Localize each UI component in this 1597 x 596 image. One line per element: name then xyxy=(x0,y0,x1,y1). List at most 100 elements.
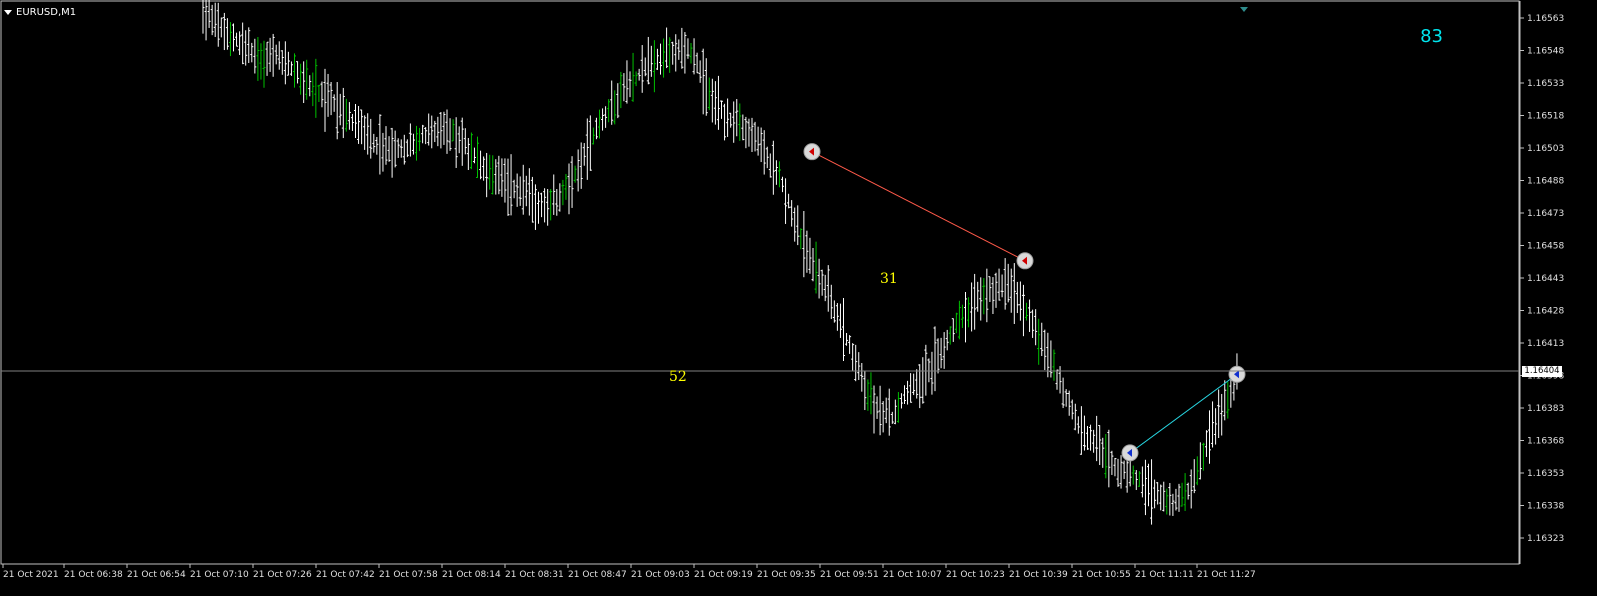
ohlc-bar xyxy=(283,41,287,85)
ohlc-bar xyxy=(860,363,864,392)
time-tick-label: 21 Oct 06:38 xyxy=(64,570,123,580)
ohlc-bar xyxy=(1162,481,1166,512)
ohlc-bar xyxy=(253,38,257,74)
ohlc-bar xyxy=(695,52,699,74)
ohlc-bar xyxy=(570,156,574,208)
ohlc-bar xyxy=(838,303,842,338)
scroll-marker-icon xyxy=(1240,7,1248,12)
ohlc-bar xyxy=(308,75,312,97)
time-tick-label: 21 Oct 06:54 xyxy=(127,570,186,580)
ohlc-bar xyxy=(924,344,928,396)
ohlc-bar xyxy=(982,278,986,315)
ohlc-bar xyxy=(1067,390,1071,416)
price-tick-label: 1.16473 xyxy=(1527,209,1564,219)
ohlc-bar xyxy=(1195,456,1199,486)
ohlc-bar xyxy=(469,132,473,170)
ohlc-bar xyxy=(241,22,245,65)
ohlc-bar xyxy=(1223,380,1227,421)
ohlc-bar xyxy=(659,43,662,75)
ohlc-bar xyxy=(1003,258,1007,310)
ohlc-bar xyxy=(726,98,730,137)
ohlc-bar xyxy=(344,98,348,132)
ohlc-bar xyxy=(1076,416,1080,434)
ohlc-bar xyxy=(1131,465,1135,485)
ohlc-bar xyxy=(448,118,452,151)
ohlc-bar xyxy=(967,297,971,328)
price-tick-label: 1.16563 xyxy=(1527,14,1564,24)
ohlc-bar xyxy=(323,68,327,132)
ohlc-bar xyxy=(1116,458,1120,487)
ohlc-bar xyxy=(552,174,556,215)
ohlc-bar xyxy=(835,303,839,331)
ohlc-bar xyxy=(299,63,303,95)
ohlc-bar xyxy=(537,191,540,224)
ohlc-bar xyxy=(393,130,397,168)
ohlc-bar xyxy=(1140,466,1144,498)
ohlc-bar xyxy=(1156,482,1160,505)
price-tick-label: 1.16368 xyxy=(1527,437,1564,447)
dropdown-triangle-icon[interactable] xyxy=(4,10,12,15)
ohlc-bar xyxy=(729,112,733,128)
ohlc-bar xyxy=(890,411,894,424)
ohlc-bar xyxy=(692,38,696,75)
symbol-text: EURUSD,M1 xyxy=(16,7,77,18)
ohlc-bar xyxy=(1064,389,1068,407)
ohlc-bar xyxy=(1101,437,1105,468)
ohlc-bar xyxy=(262,40,266,88)
ohlc-bar xyxy=(1153,479,1157,509)
ohlc-bar xyxy=(466,137,470,170)
price-tick-label: 1.16548 xyxy=(1527,47,1564,57)
time-tick-label: 21 Oct 11:11 xyxy=(1135,570,1194,580)
ohlc-bar xyxy=(610,80,614,125)
ohlc-bar xyxy=(442,111,446,145)
time-tick-label: 21 Oct 09:03 xyxy=(631,570,690,580)
buy-arrow-icon[interactable] xyxy=(1228,365,1246,383)
ohlc-bar xyxy=(1107,429,1111,488)
ohlc-bar xyxy=(225,18,229,50)
ohlc-bar xyxy=(1171,493,1175,516)
ohlc-bar xyxy=(311,72,315,107)
ohlc-bar xyxy=(207,0,211,28)
ohlc-bar xyxy=(637,68,641,81)
ohlc-bar xyxy=(872,385,876,434)
ohlc-bar xyxy=(372,133,376,153)
ohlc-bar xyxy=(503,158,507,203)
ohlc-bar xyxy=(238,31,242,55)
ohlc-bar xyxy=(485,152,489,198)
symbol-title[interactable]: EURUSD,M1 xyxy=(4,7,76,18)
ohlc-bar xyxy=(842,298,845,362)
ohlc-bar xyxy=(732,101,736,143)
ohlc-bar xyxy=(1058,366,1062,394)
ohlc-bar xyxy=(1159,484,1163,511)
ohlc-bar xyxy=(296,61,300,84)
ohlc-bar xyxy=(424,127,428,145)
ohlc-bar xyxy=(1220,393,1224,436)
ohlc-bar xyxy=(790,200,794,227)
ohlc-bar xyxy=(289,61,293,76)
ohlc-bar xyxy=(494,159,498,195)
ohlc-bar xyxy=(1040,322,1044,357)
buy-arrow-icon[interactable] xyxy=(1121,444,1139,462)
ohlc-bar xyxy=(921,357,925,404)
ohlc-bar xyxy=(521,164,525,215)
time-tick-label: 21 Oct 09:35 xyxy=(757,570,816,580)
ohlc-bar xyxy=(1092,429,1096,453)
price-scale: 1.16563 1.16548 1.16533 1.16518 1.16503 1.164… xyxy=(1520,14,1564,544)
ohlc-bar xyxy=(646,36,650,85)
sell-arrow-icon[interactable] xyxy=(1016,252,1034,270)
trend-line[interactable] xyxy=(811,151,1026,262)
price-tick-label: 1.16518 xyxy=(1527,112,1564,122)
chart-window[interactable]: 1.16563 1.16548 1.16533 1.16518 1.16503 1.164… xyxy=(0,0,1597,596)
ohlc-bar xyxy=(1168,483,1172,516)
price-chart[interactable]: 1.16563 1.16548 1.16533 1.16518 1.16503 1.164… xyxy=(0,0,1597,596)
ohlc-bar xyxy=(866,379,870,411)
ohlc-bar xyxy=(445,109,449,154)
sell-arrow-icon[interactable] xyxy=(803,143,821,161)
ohlc-bar xyxy=(738,103,742,141)
ohlc-bar xyxy=(1061,377,1065,409)
ohlc-bar xyxy=(439,111,443,149)
wave-label-52: 52 xyxy=(669,369,687,385)
ohlc-bar xyxy=(665,27,669,69)
ohlc-bar xyxy=(427,113,431,146)
ohlc-bar xyxy=(482,156,486,181)
